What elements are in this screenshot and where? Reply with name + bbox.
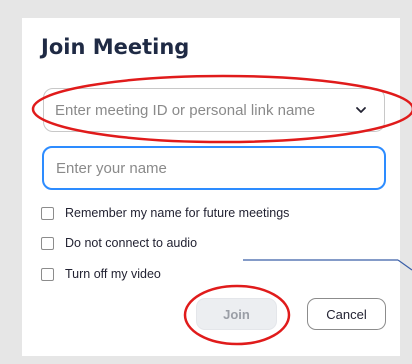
- join-meeting-dialog: Join Meeting Enter meeting ID or persona…: [22, 18, 400, 356]
- remember-name-option[interactable]: Remember my name for future meetings: [41, 206, 289, 220]
- dialog-title: Join Meeting: [41, 35, 190, 59]
- cancel-button[interactable]: Cancel: [307, 298, 386, 330]
- video-off-label: Turn off my video: [65, 267, 161, 281]
- no-audio-label: Do not connect to audio: [65, 236, 198, 250]
- remember-name-label: Remember my name for future meetings: [65, 206, 290, 220]
- your-name-input[interactable]: [42, 146, 386, 190]
- video-off-checkbox[interactable]: [41, 267, 54, 281]
- pointer-line-tail: [397, 259, 412, 271]
- video-off-option[interactable]: Turn off my video: [41, 267, 161, 281]
- meeting-id-dropdown[interactable]: Enter meeting ID or personal link name: [43, 88, 385, 132]
- meeting-id-placeholder: Enter meeting ID or personal link name: [55, 101, 316, 119]
- remember-name-checkbox[interactable]: [41, 206, 54, 220]
- chevron-down-icon[interactable]: [354, 103, 368, 117]
- no-audio-checkbox[interactable]: [41, 236, 54, 250]
- join-button[interactable]: Join: [196, 298, 277, 330]
- no-audio-option[interactable]: Do not connect to audio: [41, 236, 197, 250]
